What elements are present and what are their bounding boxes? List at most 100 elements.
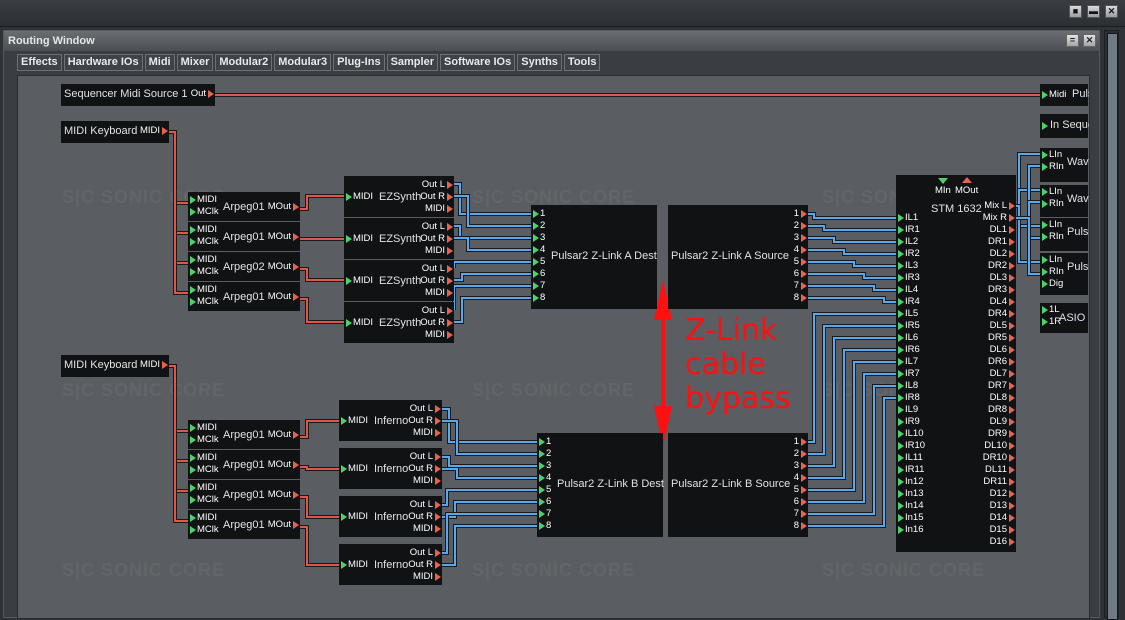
midi-out-port-pin-icon[interactable] — [447, 205, 453, 213]
zlink-out-port-8-pin-icon[interactable] — [801, 522, 807, 530]
port-lin-pin-icon[interactable] — [1042, 151, 1048, 159]
stm-in-in13-pin-icon[interactable] — [898, 490, 904, 498]
midi-out-port-pin-icon[interactable] — [447, 331, 453, 339]
zlink-b-dest-module[interactable]: 1 2 3 4 5 6 7 8 Pulsar2 Z-Link B Dest — [537, 433, 664, 537]
midi-cable[interactable] — [299, 267, 346, 282]
stm-in-ir6-pin-icon[interactable] — [898, 346, 904, 354]
stm-in-il10-pin-icon[interactable] — [898, 430, 904, 438]
out-port-pin-icon[interactable] — [208, 90, 214, 98]
arpeggiator-bottom-1[interactable]: MIDI MClk Arpeg01 MOut — [188, 420, 300, 449]
output-module-5-asio[interactable]: 1L 1R ASIO — [1040, 303, 1088, 333]
zlink-out-port-2-pin-icon[interactable] — [801, 222, 807, 230]
zlink-in-port-6-pin-icon[interactable] — [539, 498, 545, 506]
stm-in-in12-pin-icon[interactable] — [898, 478, 904, 486]
out-r-port-pin-icon[interactable] — [447, 319, 453, 327]
audio-cable[interactable] — [442, 455, 539, 468]
inferno-module-2[interactable]: MIDI Inferno Out L Out R MIDI — [339, 448, 442, 489]
vertical-scrollbar[interactable] — [1104, 30, 1119, 620]
mout-port-pin-icon[interactable] — [293, 461, 299, 469]
window-minimize-icon[interactable]: = — [1066, 34, 1079, 47]
stm-in-ir1-pin-icon[interactable] — [898, 226, 904, 234]
stm-out-mix-l-pin-icon[interactable] — [1009, 202, 1015, 210]
zlink-in-port-2-pin-icon[interactable] — [539, 450, 545, 458]
stm-out-dl4-pin-icon[interactable] — [1009, 298, 1015, 306]
tab-hardware-ios[interactable]: Hardware IOs — [63, 54, 143, 71]
stm-in-il4-pin-icon[interactable] — [898, 286, 904, 294]
zlink-in-port-7-pin-icon[interactable] — [539, 510, 545, 518]
midi-in-port-pin-icon[interactable] — [341, 561, 347, 569]
mclk-in-port-pin-icon[interactable] — [190, 208, 196, 216]
stm-in-il5-pin-icon[interactable] — [898, 310, 904, 318]
out-l-port-pin-icon[interactable] — [435, 501, 441, 509]
out-l-port-pin-icon[interactable] — [435, 549, 441, 557]
out-l-port-pin-icon[interactable] — [447, 181, 453, 189]
out-r-port-pin-icon[interactable] — [435, 561, 441, 569]
mclk-in-port-pin-icon[interactable] — [190, 298, 196, 306]
port-dig-pin-icon[interactable] — [1042, 280, 1048, 288]
audio-cable[interactable] — [452, 260, 533, 268]
zlink-in-port-8-pin-icon[interactable] — [533, 294, 539, 302]
mout-port-pin-icon[interactable] — [293, 233, 299, 241]
midi-cable[interactable] — [169, 364, 190, 493]
midi-out-port-pin-icon[interactable] — [435, 429, 441, 437]
stm-in-il11-pin-icon[interactable] — [898, 454, 904, 462]
midi-cable[interactable] — [299, 525, 341, 567]
stm-out-dl9-pin-icon[interactable] — [1009, 418, 1015, 426]
midi-in-port-pin-icon[interactable] — [190, 514, 196, 522]
restore-icon[interactable]: ■ — [1069, 5, 1082, 18]
output-module-2-wav[interactable]: LIn RIn Wav — [1040, 185, 1089, 217]
midi-cable[interactable] — [169, 130, 190, 295]
midi-cable[interactable] — [169, 130, 190, 235]
mout-port-pin-icon[interactable] — [293, 293, 299, 301]
midi-keyboard-module-2[interactable]: MIDI Keyboard MIDI — [61, 355, 169, 377]
out-r-port-pin-icon[interactable] — [435, 417, 441, 425]
mclk-in-port-pin-icon[interactable] — [190, 238, 196, 246]
tab-modular2[interactable]: Modular2 — [215, 54, 273, 71]
zlink-out-port-7-pin-icon[interactable] — [801, 282, 807, 290]
stm-out-d12-pin-icon[interactable] — [1009, 490, 1015, 498]
midi-in-port-pin-icon[interactable] — [346, 319, 352, 327]
stm-in-in14-pin-icon[interactable] — [898, 502, 904, 510]
zlink-out-port-6-pin-icon[interactable] — [801, 498, 807, 506]
stm-out-dl2-pin-icon[interactable] — [1009, 250, 1015, 258]
midi-in-port-pin-icon[interactable] — [341, 513, 347, 521]
zlink-out-port-6-pin-icon[interactable] — [801, 270, 807, 278]
stm-in-ir11-pin-icon[interactable] — [898, 466, 904, 474]
stm-out-dl10-pin-icon[interactable] — [1009, 442, 1015, 450]
out-l-port-pin-icon[interactable] — [435, 405, 441, 413]
midi-out-triangle-icon[interactable] — [962, 177, 972, 183]
stm-in-ir10-pin-icon[interactable] — [898, 442, 904, 450]
midi-cable[interactable] — [299, 419, 341, 439]
tab-plug-ins[interactable]: Plug-Ins — [333, 54, 385, 71]
mclk-in-port-pin-icon[interactable] — [190, 466, 196, 474]
ezsynth-module-2[interactable]: MIDI EZSynth Out L Out R MIDI — [344, 218, 454, 259]
stm-in-in15-pin-icon[interactable] — [898, 514, 904, 522]
stm-out-dl1-pin-icon[interactable] — [1009, 226, 1015, 234]
output-module-1-wav[interactable]: LIn RIn Wav — [1040, 148, 1089, 182]
zlink-out-port-3-pin-icon[interactable] — [801, 234, 807, 242]
port-rin-pin-icon[interactable] — [1042, 200, 1048, 208]
stm-out-dr4-pin-icon[interactable] — [1009, 310, 1015, 318]
stm-out-dl6-pin-icon[interactable] — [1009, 346, 1015, 354]
arpeggiator-bottom-2[interactable]: MIDI MClk Arpeg01 MOut — [188, 450, 300, 479]
audio-cable[interactable] — [454, 296, 533, 324]
stm-out-dr3-pin-icon[interactable] — [1009, 286, 1015, 294]
out-l-port-pin-icon[interactable] — [435, 453, 441, 461]
sequencer-midi-source-module[interactable]: Sequencer Midi Source 1 Out — [61, 84, 215, 106]
inferno-module-1[interactable]: MIDI Inferno Out L Out R MIDI — [339, 400, 442, 441]
stm-out-dl8-pin-icon[interactable] — [1009, 394, 1015, 402]
zlink-in-port-1-pin-icon[interactable] — [539, 438, 545, 446]
midi-in-port-pin-icon[interactable] — [346, 277, 352, 285]
zlink-out-port-7-pin-icon[interactable] — [801, 510, 807, 518]
stm-in-ir4-pin-icon[interactable] — [898, 298, 904, 306]
midi-out-port-pin-icon[interactable] — [447, 289, 453, 297]
midi-cable[interactable] — [169, 130, 190, 205]
zlink-a-dest-module[interactable]: 1 2 3 4 5 6 7 8 Pulsar2 Z-Link A Dest — [531, 205, 657, 309]
midi-out-port-pin-icon[interactable] — [435, 573, 441, 581]
midi-cable[interactable] — [169, 364, 190, 463]
stm-out-dr2-pin-icon[interactable] — [1009, 262, 1015, 270]
port-rin-pin-icon[interactable] — [1042, 163, 1048, 171]
inferno-module-3[interactable]: MIDI Inferno Out L Out R MIDI — [339, 496, 442, 537]
minimize-icon[interactable]: ▬ — [1087, 5, 1100, 18]
in-sequencer-module[interactable]: In Seque — [1040, 114, 1089, 138]
